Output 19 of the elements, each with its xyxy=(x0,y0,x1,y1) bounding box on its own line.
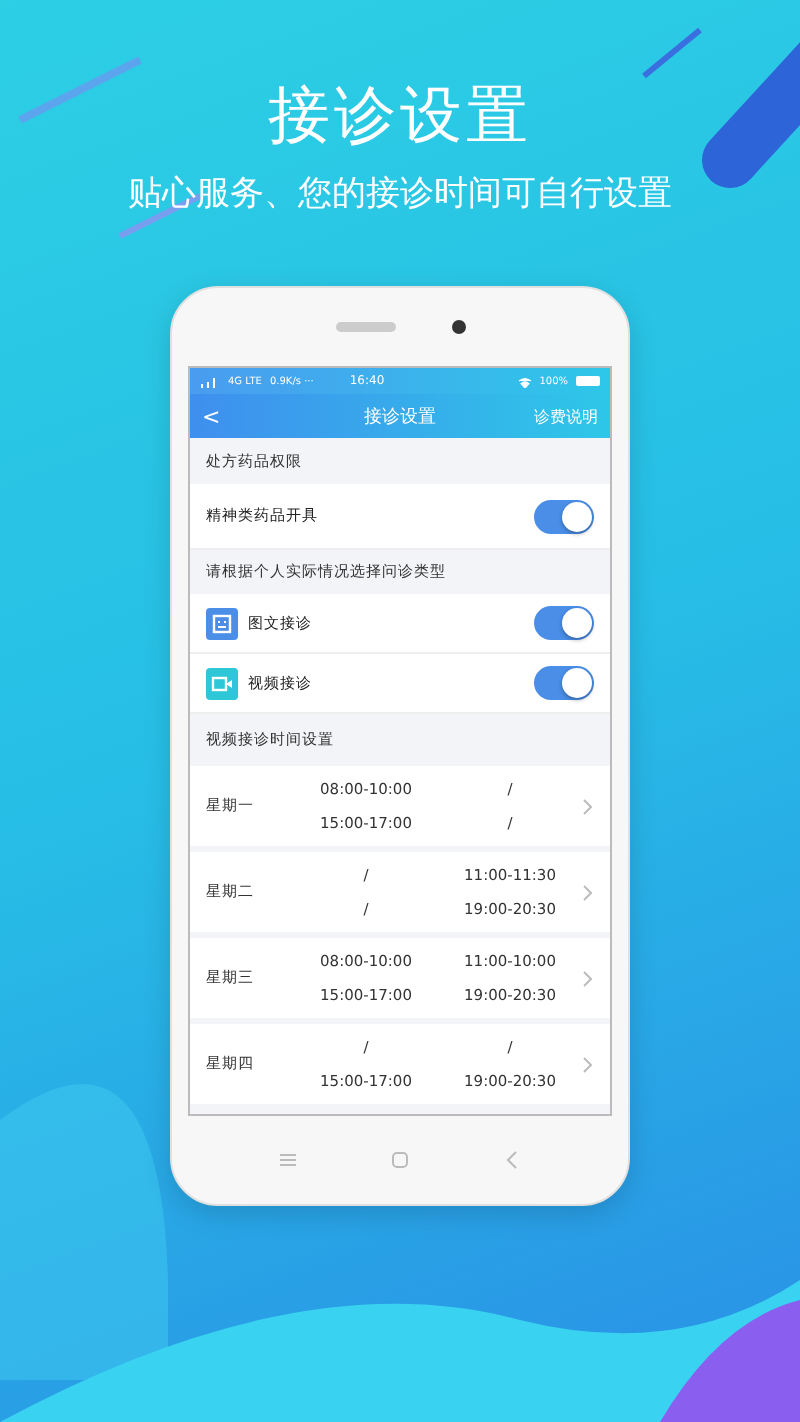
promo-subtitle: 贴心服务、您的接诊时间可自行设置 xyxy=(128,172,672,216)
chevron-icon xyxy=(582,969,594,987)
toggle-switch[interactable] xyxy=(534,606,594,640)
signal-icon xyxy=(200,375,220,387)
camera-icon xyxy=(451,320,465,334)
toggle-switch[interactable] xyxy=(534,666,594,700)
light-streak xyxy=(18,56,142,124)
light-streak xyxy=(642,27,702,79)
video-icon xyxy=(206,667,238,699)
chevron-icon xyxy=(582,797,594,815)
speaker-icon xyxy=(335,322,395,332)
promo-title: 接诊设置 xyxy=(268,78,532,156)
chevron-icon xyxy=(582,1055,594,1073)
wifi-icon xyxy=(517,375,532,387)
battery-icon xyxy=(576,376,600,386)
chat-icon xyxy=(206,607,238,639)
screen-title: 接诊设置 xyxy=(362,405,438,429)
chevron-icon xyxy=(582,883,594,901)
toggle-switch[interactable] xyxy=(534,499,594,533)
